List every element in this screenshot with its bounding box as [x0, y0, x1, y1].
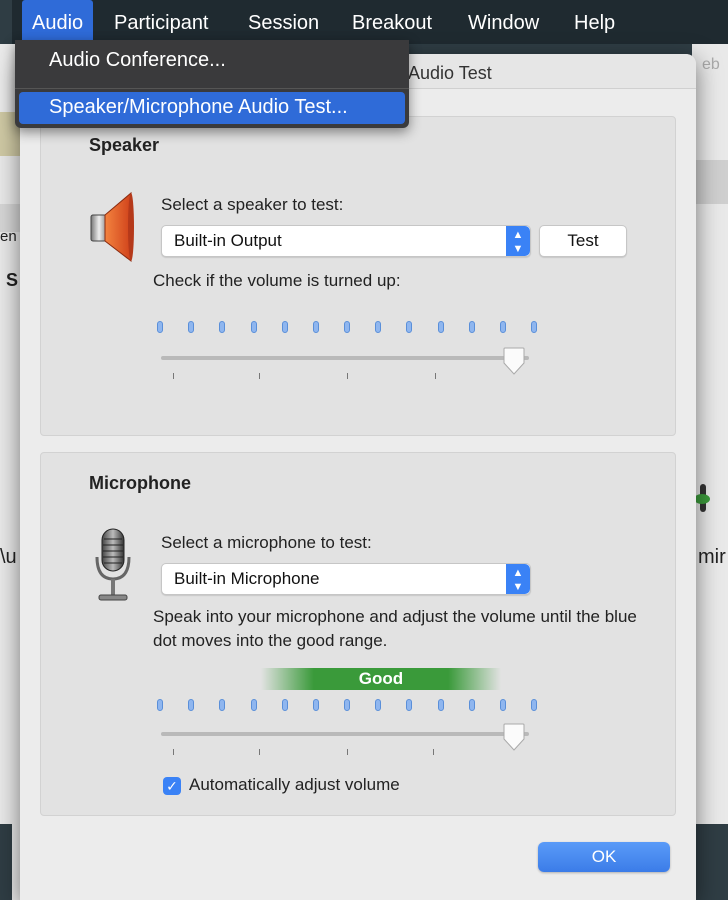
good-range-indicator: Good	[261, 668, 501, 690]
microphone-section-title: Microphone	[89, 473, 191, 493]
background-left-strip	[0, 44, 22, 900]
level-meter-dot	[438, 699, 444, 711]
menu-bar: Audio Participant Session Breakout Windo…	[12, 0, 728, 44]
level-meter-dot	[251, 321, 257, 333]
auto-adjust-checkbox[interactable]: ✓	[163, 777, 181, 795]
level-meter-dot	[406, 321, 412, 333]
speaker-volume-label: Check if the volume is turned up:	[153, 271, 401, 290]
microphone-select[interactable]: Built-in Microphone ▲ ▼	[161, 563, 531, 595]
menu-item-audio-conference[interactable]: Audio Conference...	[15, 40, 409, 84]
speaker-slider-thumb[interactable]	[503, 347, 525, 375]
level-meter-dot	[500, 699, 506, 711]
level-meter-dot	[251, 699, 257, 711]
menu-help[interactable]: Help	[574, 0, 615, 44]
background-text-fragment: \u	[0, 546, 17, 568]
level-meter-dot	[157, 699, 163, 711]
level-meter-dot	[219, 699, 225, 711]
audio-test-dialog: Audio Test Speaker Select a speaker to t…	[20, 54, 696, 900]
microphone-select-label: Select a microphone to test:	[161, 533, 372, 552]
background-right-strip	[692, 44, 728, 900]
microphone-level-meter	[157, 699, 537, 713]
background-text-fragment: mir	[698, 546, 726, 568]
menu-item-speaker-microphone-test[interactable]: Speaker/Microphone Audio Test...	[19, 92, 405, 124]
chevron-updown-icon: ▲ ▼	[506, 564, 530, 594]
level-meter-dot	[344, 321, 350, 333]
microphone-instructions: Speak into your microphone and adjust th…	[153, 607, 637, 650]
level-meter-dot	[219, 321, 225, 333]
speaker-test-button[interactable]: Test	[539, 225, 627, 257]
level-meter-dot	[375, 321, 381, 333]
menu-window[interactable]: Window	[468, 0, 539, 44]
microphone-icon	[91, 527, 135, 605]
audio-menu-dropdown: Audio Conference... Speaker/Microphone A…	[15, 40, 409, 128]
level-meter-dot	[188, 321, 194, 333]
speaker-panel: Speaker Select a speaker to test: Built-…	[40, 116, 676, 436]
background-text-fragment: S	[6, 270, 19, 290]
level-meter-dot	[469, 699, 475, 711]
speaker-select[interactable]: Built-in Output ▲ ▼	[161, 225, 531, 257]
background-text-fragment: eb	[702, 56, 720, 73]
level-meter-dot	[375, 699, 381, 711]
speaker-icon	[89, 191, 135, 263]
menu-breakout[interactable]: Breakout	[352, 0, 432, 44]
background-plant-icon	[694, 484, 710, 520]
level-meter-dot	[188, 699, 194, 711]
level-meter-dot	[469, 321, 475, 333]
menu-item-label: Speaker/Microphone Audio Test...	[49, 96, 348, 118]
level-meter-dot	[531, 321, 537, 333]
menu-session[interactable]: Session	[248, 0, 319, 44]
level-meter-dot	[438, 321, 444, 333]
level-meter-dot	[531, 699, 537, 711]
ok-button[interactable]: OK	[538, 842, 670, 872]
level-meter-dot	[282, 321, 288, 333]
level-meter-dot	[406, 699, 412, 711]
speaker-select-value: Built-in Output	[174, 231, 282, 250]
chevron-updown-icon: ▲ ▼	[506, 226, 530, 256]
level-meter-dot	[313, 699, 319, 711]
level-meter-dot	[157, 321, 163, 333]
auto-adjust-label: Automatically adjust volume	[189, 775, 400, 794]
level-meter-dot	[313, 321, 319, 333]
speaker-level-meter	[157, 321, 537, 335]
menu-participant[interactable]: Participant	[114, 0, 209, 44]
checkmark-icon: ✓	[166, 778, 178, 794]
level-meter-dot	[344, 699, 350, 711]
speaker-section-title: Speaker	[89, 135, 160, 155]
microphone-select-value: Built-in Microphone	[174, 569, 320, 588]
menu-audio[interactable]: Audio	[22, 0, 94, 44]
menu-separator	[15, 88, 409, 89]
speaker-select-label: Select a speaker to test:	[161, 195, 344, 214]
menu-item-label: Audio Conference...	[49, 49, 226, 71]
background-text-fragment: en	[0, 228, 17, 245]
level-meter-dot	[500, 321, 506, 333]
microphone-slider-thumb[interactable]	[503, 723, 525, 751]
dialog-title: Audio Test	[408, 63, 492, 83]
microphone-panel: Microphone Select a microphone to test: …	[40, 452, 676, 816]
microphone-volume-slider[interactable]	[161, 723, 529, 763]
level-meter-dot	[282, 699, 288, 711]
speaker-volume-slider[interactable]	[161, 347, 529, 387]
